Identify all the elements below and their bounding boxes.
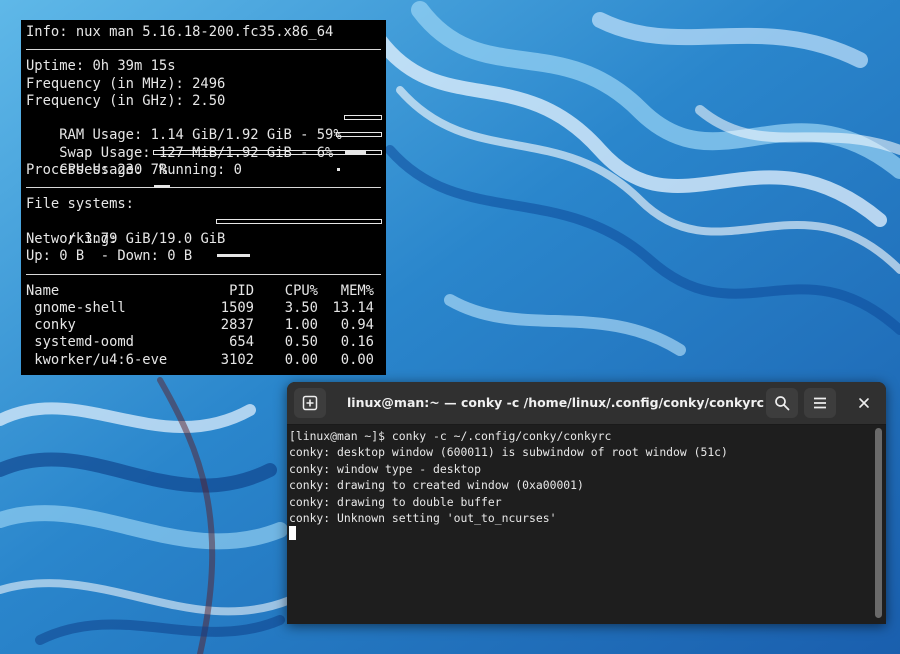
process-cpu: 3.50 (284, 299, 318, 316)
process-pid: 2837 (220, 317, 254, 334)
terminal-scrollbar[interactable] (875, 428, 882, 618)
cpu-usage-bar-fill (154, 185, 170, 189)
terminal-line: [linux@man ~]$ conky -c ~/.config/conky/… (289, 429, 612, 443)
process-cpu: 0.50 (284, 334, 318, 351)
new-tab-icon (302, 395, 318, 411)
terminal-window[interactable]: linux@man:~ — conky -c /home/linux/.conf… (287, 382, 886, 624)
conky-filesystems-label: File systems: (26, 196, 134, 213)
process-mem: 13.14 (332, 299, 374, 316)
process-mem: 0.94 (340, 317, 374, 334)
new-tab-button[interactable] (294, 388, 326, 418)
process-pid: 1509 (220, 299, 254, 316)
conky-frequency-ghz: Frequency (in GHz): 2.50 (26, 92, 226, 109)
process-mem: 0.00 (340, 351, 374, 368)
conky-swap-row: Swap Usage: 127 MiB/1.92 GiB - 6% (26, 127, 382, 172)
conky-panel: Info: nux man 5.16.18-200.fc35.x86_64 Up… (21, 20, 386, 375)
search-button[interactable] (766, 388, 798, 418)
process-mem: 0.16 (340, 334, 374, 351)
ram-usage-bar (344, 115, 382, 154)
menu-button[interactable] (804, 388, 836, 418)
process-cpu: 1.00 (284, 317, 318, 334)
terminal-line: conky: drawing to double buffer (289, 494, 502, 509)
process-pid: 3102 (220, 351, 254, 368)
process-name: gnome-shell (26, 299, 126, 316)
cpu-usage-bar (153, 149, 382, 189)
conky-divider (26, 49, 381, 51)
conky-fs-root-row: / 3.79 GiB/19.0 GiB (26, 214, 382, 258)
fs-root-usage-bar (216, 218, 382, 258)
close-icon (859, 398, 869, 408)
conky-processes: Processes: 230 Running: 0 (26, 162, 242, 179)
conky-frequency-mhz: Frequency (in MHz): 2496 (26, 75, 226, 92)
process-name: systemd-oomd (26, 334, 134, 351)
terminal-line: conky: Unknown setting 'out_to_ncurses' (289, 510, 557, 525)
conky-info: Info: nux man 5.16.18-200.fc35.x86_64 (26, 24, 334, 40)
swap-usage-bar (336, 132, 382, 172)
terminal-line: conky: drawing to created window (0xa000… (289, 478, 584, 493)
conky-uptime: Uptime: 0h 39m 15s (26, 58, 176, 75)
terminal-line: conky: window type - desktop (289, 461, 482, 476)
text-cursor (289, 526, 296, 541)
process-name: kworker/u4:6-eve (26, 351, 168, 368)
conky-ram-row: RAM Usage: 1.14 GiB/1.92 GiB - 59% (26, 110, 382, 154)
window-title: linux@man:~ — conky -c /home/linux/.conf… (347, 395, 765, 410)
process-name: conky (26, 317, 76, 334)
close-button[interactable] (848, 388, 880, 418)
terminal-output[interactable]: [linux@man ~]$ conky -c ~/.config/conky/… (289, 428, 872, 624)
conky-process-table: Name PID CPU% MEM% gnome-shell 1509 3.50… (26, 283, 381, 369)
hamburger-menu-icon (814, 397, 826, 409)
terminal-cursor-line (289, 526, 872, 542)
process-cpu: 0.00 (284, 351, 318, 368)
conky-cpu-row: CPU Usage: 7% (26, 145, 382, 189)
terminal-headerbar[interactable]: linux@man:~ — conky -c /home/linux/.conf… (287, 382, 886, 425)
terminal-line: conky: desktop window (600011) is subwin… (289, 445, 728, 460)
process-pid: 654 (229, 334, 254, 351)
col-header-name: Name (26, 282, 60, 299)
conky-networking-label: Networking: (26, 230, 118, 247)
search-icon (775, 396, 790, 411)
conky-network-speeds: Up: 0 B - Down: 0 B (26, 248, 193, 265)
